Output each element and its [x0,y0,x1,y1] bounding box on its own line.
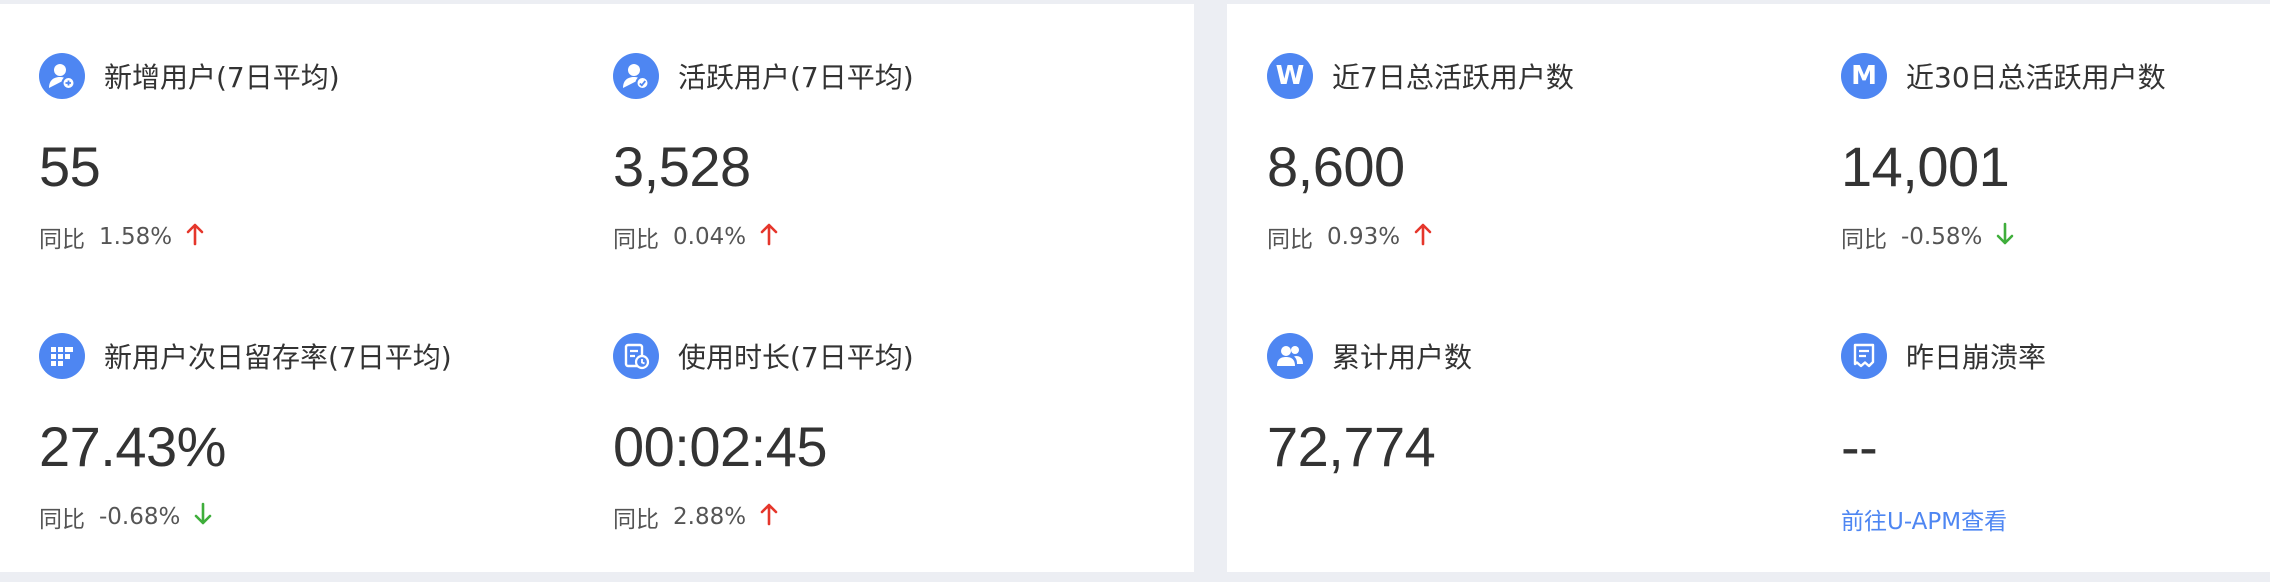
arrow-up-icon [760,222,778,252]
overview-panel-left: 新增用户(7日平均) 55 同比 1.58% 活跃用户(7日平均) 3,528 [0,4,1194,572]
compare-label: 同比 [1841,227,1887,253]
arrow-up-icon [760,502,778,532]
metric-label: 近30日总活跃用户数 [1906,61,2166,94]
month-letter-icon: M [1841,53,1887,99]
compare-value: 1.58% [99,224,173,250]
clock-doc-icon [613,333,659,379]
metric-value: 27.43% [39,415,226,478]
week-letter-icon: W [1267,53,1313,99]
overview-panel-right: W 近7日总活跃用户数 8,600 同比 0.93% M 近30日总活跃用户数 … [1227,4,2270,572]
arrow-down-icon [194,502,212,532]
metric-card-header: 昨日崩溃率 [1841,332,2046,380]
metric-card-header: 累计用户数 [1267,332,1472,380]
metric-label: 昨日崩溃率 [1906,341,2047,374]
icon-letter: M [1851,61,1877,91]
metric-card-retention: 新用户次日留存率(7日平均) 27.43% 同比 -0.68% [39,332,599,582]
metric-value: 72,774 [1267,415,1436,478]
metric-label: 新增用户(7日平均) [104,61,340,94]
metric-compare: 同比 1.58% [39,220,204,254]
compare-label: 同比 [613,227,659,253]
arrow-up-icon [186,222,204,252]
metric-label: 累计用户数 [1332,341,1473,374]
metric-label: 使用时长(7日平均) [678,341,914,374]
users-icon [1267,333,1313,379]
metric-card-header: 新用户次日留存率(7日平均) [39,332,452,380]
compare-value: -0.68% [99,504,181,530]
grid-icon [39,333,85,379]
compare-label: 同比 [39,507,85,533]
metric-card-header: 活跃用户(7日平均) [613,52,914,100]
compare-label: 同比 [1267,227,1313,253]
metric-compare: 同比 0.04% [613,220,778,254]
metric-card-header: W 近7日总活跃用户数 [1267,52,1574,100]
metric-value: 3,528 [613,135,751,198]
arrow-down-icon [1996,222,2014,252]
compare-value: -0.58% [1901,224,1983,250]
metric-compare: 同比 -0.68% [39,500,212,534]
metric-value: 00:02:45 [613,415,827,478]
metric-compare: 同比 -0.58% [1841,220,2014,254]
metric-card-header: 新增用户(7日平均) [39,52,340,100]
user-active-icon [613,53,659,99]
metric-card-active-users: 活跃用户(7日平均) 3,528 同比 0.04% [613,52,1173,302]
compare-value: 0.93% [1327,224,1401,250]
go-to-uapm-link[interactable]: 前往U-APM查看 [1841,502,2007,536]
icon-letter: W [1275,61,1305,91]
metric-card-30day-active: M 近30日总活跃用户数 14,001 同比 -0.58% [1841,52,2270,302]
metric-compare: 同比 2.88% [613,500,778,534]
metric-card-crash-rate: 昨日崩溃率 -- 前往U-APM查看 [1841,332,2270,582]
metric-card-header: M 近30日总活跃用户数 [1841,52,2166,100]
metric-card-new-users: 新增用户(7日平均) 55 同比 1.58% [39,52,599,302]
metric-card-7day-active: W 近7日总活跃用户数 8,600 同比 0.93% [1267,52,1827,302]
metric-label: 新用户次日留存率(7日平均) [104,341,452,374]
metric-value: -- [1841,415,1878,478]
user-add-icon [39,53,85,99]
compare-label: 同比 [613,507,659,533]
metric-card-total-users: 累计用户数 72,774 [1267,332,1827,582]
metric-card-header: 使用时长(7日平均) [613,332,914,380]
metric-label: 活跃用户(7日平均) [678,61,914,94]
metric-compare: 同比 0.93% [1267,220,1432,254]
crash-doc-icon [1841,333,1887,379]
compare-value: 0.04% [673,224,747,250]
metric-value: 8,600 [1267,135,1405,198]
metric-label: 近7日总活跃用户数 [1332,61,1574,94]
metric-card-usage-duration: 使用时长(7日平均) 00:02:45 同比 2.88% [613,332,1173,582]
arrow-up-icon [1414,222,1432,252]
metric-value: 55 [39,135,101,198]
compare-value: 2.88% [673,504,747,530]
metric-value: 14,001 [1841,135,2010,198]
compare-label: 同比 [39,227,85,253]
